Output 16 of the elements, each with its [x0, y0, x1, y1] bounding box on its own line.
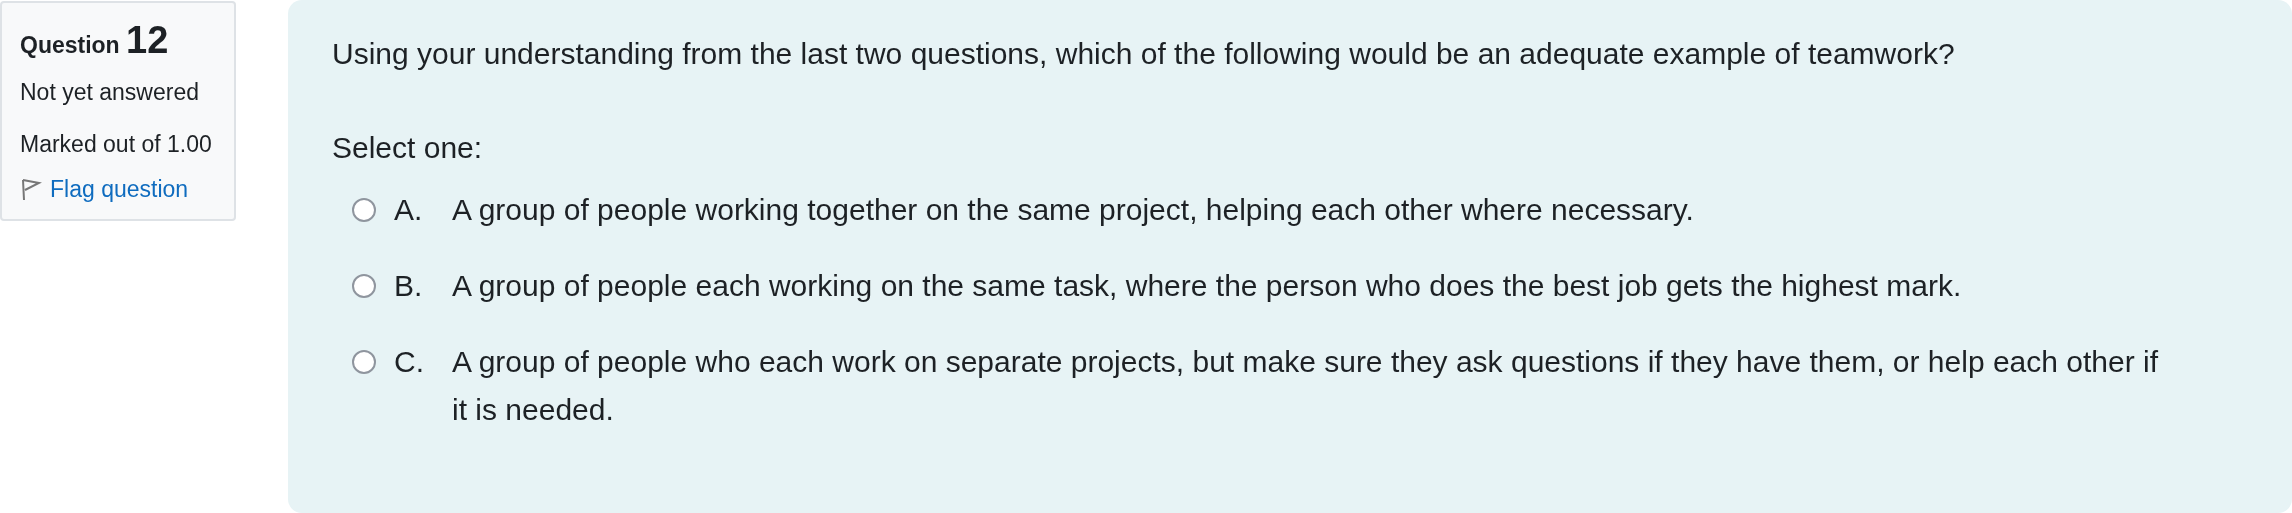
radio-button[interactable] [352, 198, 376, 222]
option-text[interactable]: A group of people each working on the same task, where the person who does the best job gets the highest mark. [452, 262, 1962, 310]
option-text[interactable]: A group of people who each work on separate projects, but make sure they ask questions if they have them, or help each other if it is needed. [452, 338, 2172, 434]
option-letter: A. [394, 192, 424, 228]
flag-question-link[interactable]: Flag question [20, 176, 189, 203]
radio-button[interactable] [352, 274, 376, 298]
question-number: Question 12 [20, 19, 170, 62]
flag-icon [20, 177, 42, 202]
option-letter: B. [394, 268, 424, 304]
grade-info: Marked out of 1.00 [20, 130, 213, 159]
option-text[interactable]: A group of people working together on the same project, helping each other where necessary. [452, 186, 1694, 234]
radio-button[interactable] [352, 350, 376, 374]
option-letter: C. [394, 344, 425, 380]
answer-status: Not yet answered [20, 78, 200, 107]
question-text: Using your understanding from the last two questions, which of the following would be an adequate example of teamwork? [332, 36, 1956, 72]
select-prompt: Select one: [332, 130, 484, 166]
